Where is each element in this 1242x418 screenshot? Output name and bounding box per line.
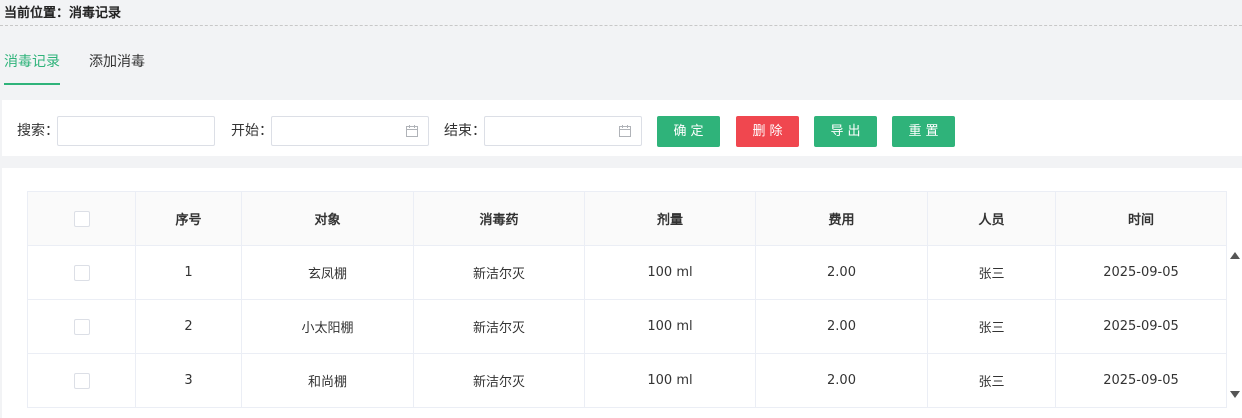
cell-staff: 张三 <box>928 354 1056 407</box>
cell-dosage: 100 ml <box>585 354 756 407</box>
search-label: 搜索： <box>17 123 59 139</box>
table-row[interactable]: 2 小太阳棚 新洁尔灭 100 ml 2.00 张三 2025-09-05 <box>28 300 1227 354</box>
header-time: 时间 <box>1056 192 1227 245</box>
cell-time: 2025-09-05 <box>1056 246 1227 299</box>
scroll-down-arrow-icon[interactable] <box>1230 391 1240 398</box>
confirm-button[interactable]: 确定 <box>657 116 720 147</box>
calendar-icon <box>619 125 631 137</box>
table-scrollbar[interactable] <box>1227 245 1242 401</box>
table-row[interactable]: 3 和尚棚 新洁尔灭 100 ml 2.00 张三 2025-09-05 <box>28 354 1227 408</box>
cell-target: 和尚棚 <box>242 354 414 407</box>
row-checkbox[interactable] <box>73 264 90 281</box>
header-disinfectant: 消毒药 <box>414 192 585 245</box>
cell-cost: 2.00 <box>756 246 928 299</box>
cell-disinfectant: 新洁尔灭 <box>414 354 585 407</box>
header-select-cell <box>28 192 136 245</box>
cell-index: 1 <box>136 246 242 299</box>
header-target: 对象 <box>242 192 414 245</box>
cell-disinfectant: 新洁尔灭 <box>414 300 585 353</box>
scroll-up-arrow-icon[interactable] <box>1230 252 1240 259</box>
cell-dosage: 100 ml <box>585 300 756 353</box>
tab-label: 消毒记录 <box>4 54 60 70</box>
records-panel: 序号 对象 消毒药 剂量 费用 人员 时间 1 玄凤棚 新洁尔灭 100 ml … <box>2 168 1242 418</box>
row-checkbox[interactable] <box>73 372 90 389</box>
breadcrumb-text: 当前位置：消毒记录 <box>4 6 122 21</box>
row-checkbox[interactable] <box>73 318 90 335</box>
search-input[interactable] <box>57 116 215 146</box>
end-date-input[interactable] <box>484 116 642 146</box>
end-date-label: 结束： <box>444 123 486 139</box>
header-index: 序号 <box>136 192 242 245</box>
table-header-row: 序号 对象 消毒药 剂量 费用 人员 时间 <box>28 192 1227 246</box>
header-cost: 费用 <box>756 192 928 245</box>
tab-label: 添加消毒 <box>89 54 145 70</box>
cell-dosage: 100 ml <box>585 246 756 299</box>
cell-time: 2025-09-05 <box>1056 354 1227 407</box>
cell-target: 小太阳棚 <box>242 300 414 353</box>
cell-staff: 张三 <box>928 300 1056 353</box>
cell-cost: 2.00 <box>756 300 928 353</box>
cell-disinfectant: 新洁尔灭 <box>414 246 585 299</box>
records-table: 序号 对象 消毒药 剂量 费用 人员 时间 1 玄凤棚 新洁尔灭 100 ml … <box>27 191 1227 408</box>
cell-target: 玄凤棚 <box>242 246 414 299</box>
header-staff: 人员 <box>928 192 1056 245</box>
calendar-icon <box>406 125 418 137</box>
start-date-input[interactable] <box>271 116 429 146</box>
select-all-checkbox[interactable] <box>73 210 90 227</box>
breadcrumb: 当前位置：消毒记录 <box>0 0 1242 26</box>
export-button[interactable]: 导出 <box>814 116 877 147</box>
cell-index: 3 <box>136 354 242 407</box>
row-select-cell <box>28 354 136 407</box>
cell-time: 2025-09-05 <box>1056 300 1227 353</box>
filter-bar: 搜索： 开始： 结束： 确定 删除 导出 重置 <box>2 100 1242 156</box>
tab-add-disinfection[interactable]: 添加消毒 <box>89 44 145 80</box>
row-select-cell <box>28 300 136 353</box>
table-row[interactable]: 1 玄凤棚 新洁尔灭 100 ml 2.00 张三 2025-09-05 <box>28 246 1227 300</box>
cell-cost: 2.00 <box>756 354 928 407</box>
cell-index: 2 <box>136 300 242 353</box>
start-date-label: 开始： <box>231 123 273 139</box>
row-select-cell <box>28 246 136 299</box>
header-dosage: 剂量 <box>585 192 756 245</box>
tab-disinfection-records[interactable]: 消毒记录 <box>4 44 60 85</box>
delete-button[interactable]: 删除 <box>736 116 799 147</box>
cell-staff: 张三 <box>928 246 1056 299</box>
reset-button[interactable]: 重置 <box>892 116 955 147</box>
